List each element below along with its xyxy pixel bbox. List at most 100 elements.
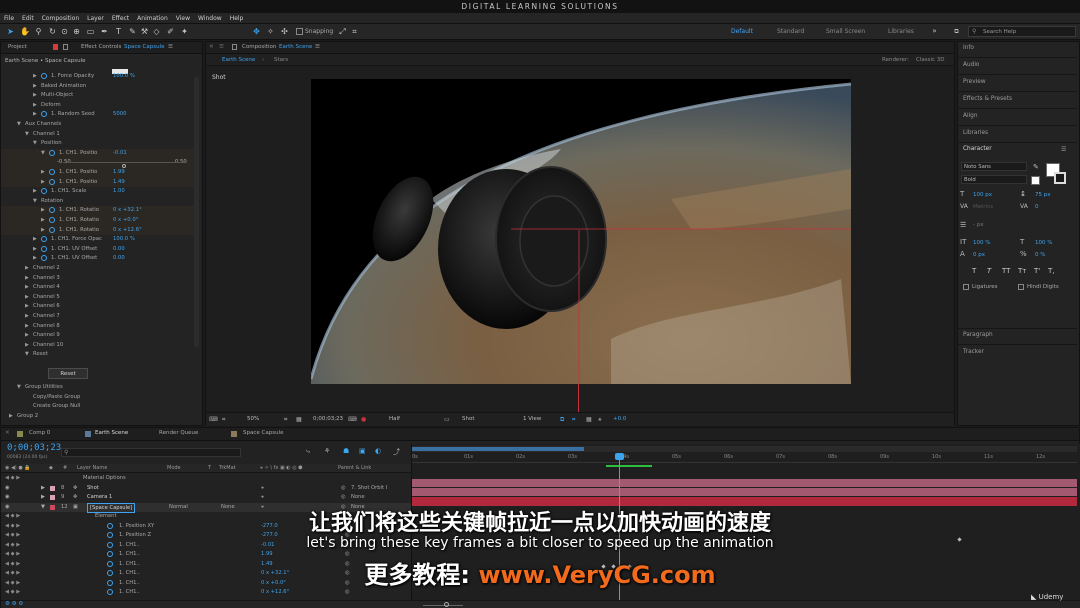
twirl-closed-icon[interactable]: ▶ (41, 168, 47, 178)
stopwatch-icon[interactable] (41, 111, 47, 118)
playhead-handle[interactable] (615, 453, 624, 460)
sync-settings-icon[interactable]: ⧉ (952, 27, 961, 36)
comp-tab-menu-icon[interactable]: ☰ (315, 44, 320, 50)
effect-property-row[interactable]: ▶ Channel 8 (1, 322, 196, 332)
effect-property-row[interactable]: ▼ Channel 1 (1, 130, 196, 140)
stopwatch-icon[interactable] (49, 207, 55, 214)
twirl-closed-icon[interactable]: ▶ (25, 331, 31, 341)
effect-property-row[interactable]: ▼ 1. CH1. Positio -0.01 (1, 148, 196, 159)
effect-property-row[interactable]: ▶ 1. CH1. Force Opac 100.0 % (1, 235, 196, 245)
tracking-value[interactable]: 0 (1035, 204, 1039, 210)
parent-select[interactable]: 7. Shot Orbit I (351, 484, 387, 494)
menu-help[interactable]: Help (226, 13, 248, 24)
flow-stars[interactable]: Stars (274, 57, 288, 63)
property-value[interactable]: 1.99 (113, 168, 125, 178)
all-caps-button[interactable]: TT (1002, 267, 1010, 275)
panel-preview[interactable]: Preview (963, 79, 986, 85)
property-value[interactable]: -0.01 (113, 149, 127, 159)
twirl-closed-icon[interactable]: ▶ (25, 312, 31, 322)
visibility-eye-icon[interactable]: ◉ (5, 484, 10, 494)
panel-menu-icon[interactable]: ☰ (168, 44, 173, 50)
menu-layer[interactable]: Layer (83, 13, 108, 24)
property-value[interactable]: 1.00 (113, 187, 125, 197)
promo-url[interactable]: www.VeryCG.com (478, 561, 715, 589)
keyframe-navigator-icon[interactable]: ◀ ◆ ▶ (5, 474, 20, 484)
effect-property-row[interactable]: ▶ Group 2 (1, 412, 196, 422)
pen-tool-icon[interactable]: ✒ (100, 27, 109, 36)
horizontal-scale-value[interactable]: 100 % (1035, 240, 1052, 246)
workspace-small-screen[interactable]: Small Screen (826, 28, 865, 35)
effect-property-row[interactable]: ▶ Channel 4 (1, 283, 196, 293)
zoom-tool-icon[interactable]: ⚲ (34, 27, 43, 36)
effect-property-row[interactable]: ▶ 1. CH1. UV Offset 0.00 (1, 245, 196, 255)
tab-effect-controls[interactable]: Effect Controls (81, 44, 121, 50)
always-preview-icon[interactable]: ⌨ (209, 416, 218, 423)
timeline-icon[interactable]: ▦ (586, 416, 592, 423)
panel-audio[interactable]: Audio (963, 62, 979, 68)
faux-italic-button[interactable]: T (987, 267, 991, 275)
menu-file[interactable]: File (0, 13, 18, 24)
panel-libraries[interactable]: Libraries (963, 130, 988, 136)
pan-behind-icon[interactable]: ⊕ (72, 27, 81, 36)
snapping-checkbox[interactable] (296, 28, 303, 35)
small-caps-button[interactable]: Tт (1018, 267, 1026, 275)
timeline-tab-earth-scene[interactable]: Earth Scene (95, 430, 128, 436)
menu-composition[interactable]: Composition (38, 13, 83, 24)
stopwatch-icon[interactable] (49, 226, 55, 233)
type-tool-icon[interactable]: T (114, 27, 123, 36)
effect-property-row[interactable]: ▶ 1. CH1. Scale 1.00 (1, 187, 196, 197)
baseline-shift-value[interactable]: 0 px (973, 252, 985, 258)
layer-row[interactable]: ◉ ▶ 8 ✥ Shot ⚹ ◎ 7. Shot Orbit I (1, 484, 411, 494)
property-value[interactable]: 0.00 (113, 254, 125, 264)
stopwatch-icon[interactable] (49, 169, 55, 175)
rotate-tool-icon[interactable]: ↻ (48, 27, 57, 36)
current-time-readout[interactable]: 0;00;03;23 (313, 416, 343, 422)
layer-bar-shot[interactable] (412, 479, 1077, 487)
twirl-closed-icon[interactable]: ▶ (33, 110, 39, 120)
panel-paragraph[interactable]: Paragraph (963, 332, 993, 338)
effect-property-row[interactable]: ▶ 1. Random Seed 5000 (1, 110, 196, 120)
twirl-closed-icon[interactable]: ▶ (33, 72, 39, 82)
twirl-closed-icon[interactable]: ▶ (25, 322, 31, 332)
tab-project[interactable]: Project (8, 44, 27, 50)
twirl-open-icon[interactable]: ▼ (33, 197, 39, 207)
effect-property-row[interactable]: ▶ Baked Animation (1, 82, 196, 92)
work-area-range[interactable] (412, 447, 584, 451)
panel-align[interactable]: Align (963, 113, 978, 119)
property-value[interactable]: 0 x +32.1° (113, 206, 142, 216)
effect-property-row[interactable]: ▼ Reset (1, 350, 196, 360)
active-camera-select[interactable]: Shot (462, 416, 475, 422)
effect-property-row[interactable]: ▶ 1. CH1. UV Offset 0.00 (1, 254, 196, 264)
font-size-value[interactable]: 100 px (973, 192, 992, 198)
parent-select[interactable]: None (351, 493, 365, 503)
timeline-current-time[interactable]: 0;00;03;23 (7, 443, 61, 453)
composition-menu-icon[interactable]: ☰ (219, 44, 224, 50)
effect-property-row[interactable]: ▶ 1. CH1. Rotatio 0 x +0.0° (1, 216, 196, 226)
twirl-closed-icon[interactable]: ▶ (25, 341, 31, 351)
panel-info[interactable]: Info (963, 45, 974, 51)
resolution-select[interactable]: Half (389, 416, 400, 422)
effect-target-name[interactable]: Space Capsule (124, 44, 164, 50)
timeline-close-icon[interactable]: ✕ (5, 430, 10, 436)
twirl-open-icon[interactable]: ▼ (25, 130, 31, 140)
property-value[interactable]: 0 x +0.0° (113, 216, 138, 226)
exposure-value[interactable]: +0.0 (613, 416, 626, 422)
twirl-closed-icon[interactable]: ▶ (33, 245, 39, 255)
timeline-tab-space-capsule[interactable]: Space Capsule (243, 430, 283, 436)
view-layout-select[interactable]: 1 View (523, 416, 541, 422)
region-icon[interactable]: ⌗ (284, 416, 287, 424)
workspace-menu-icon[interactable]: » (930, 27, 939, 36)
menu-animation[interactable]: Animation (133, 13, 172, 24)
property-value[interactable]: 1.49 (113, 178, 125, 188)
effect-property-row[interactable]: ▼ Group Utilities (1, 383, 196, 393)
zoom-slider-track[interactable] (423, 605, 463, 606)
effect-property-row[interactable]: ▶ Channel 7 (1, 312, 196, 322)
layer-name[interactable]: Shot (87, 484, 99, 494)
twirl-closed-icon[interactable]: ▶ (33, 187, 39, 197)
twirl-closed-icon[interactable]: ▶ (33, 101, 39, 111)
twirl-closed-icon[interactable]: ▶ (41, 216, 47, 226)
twirl-closed-icon[interactable]: ▶ (41, 226, 47, 236)
subscript-button[interactable]: T, (1048, 267, 1055, 275)
effect-property-row[interactable]: ▶ Deform (1, 101, 196, 111)
twirl-open-icon[interactable]: ▼ (41, 149, 47, 159)
